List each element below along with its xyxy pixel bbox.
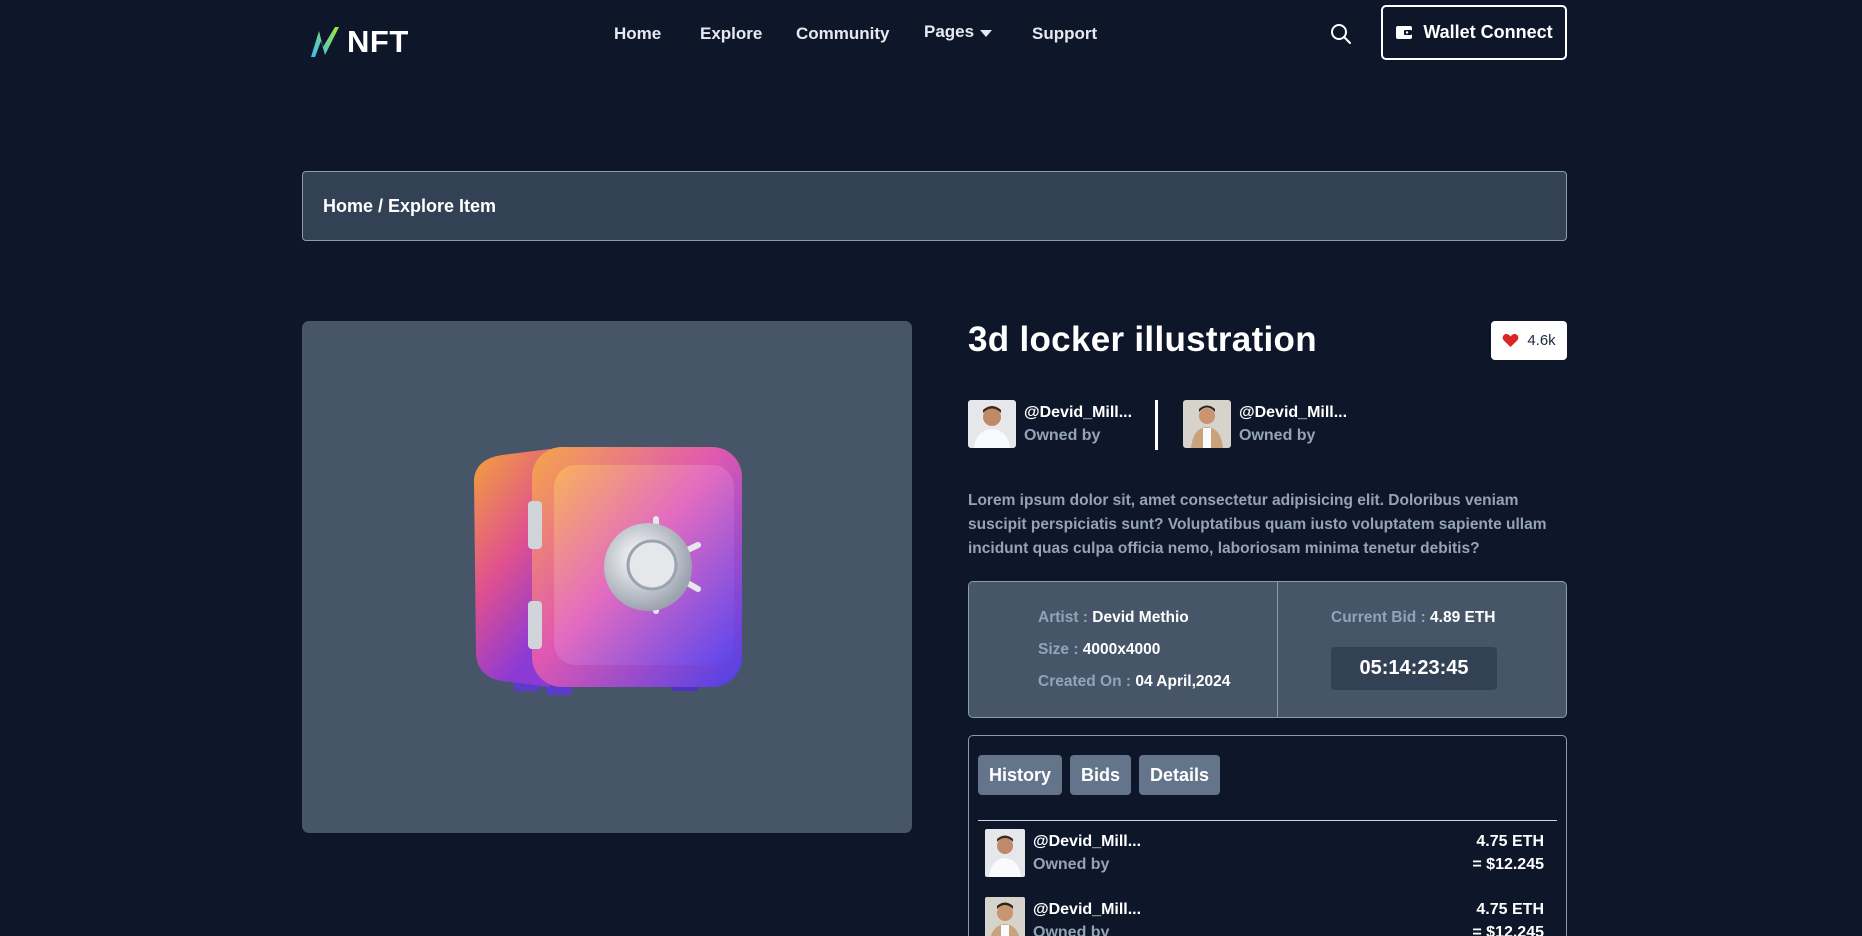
wallet-connect-label: Wallet Connect bbox=[1423, 22, 1553, 42]
like-count: 4.6k bbox=[1527, 332, 1556, 349]
owner-name[interactable]: @Devid_Mill... bbox=[1024, 404, 1132, 422]
owner-role: Owned by bbox=[1024, 427, 1101, 444]
nav-explore[interactable]: Explore bbox=[700, 24, 762, 44]
history-user-role: Owned by bbox=[1033, 856, 1110, 873]
history-eth-price: 4.75 ETH bbox=[1476, 833, 1544, 850]
history-usd-price: = $12.245 bbox=[1472, 924, 1544, 936]
search-icon[interactable] bbox=[1329, 22, 1353, 46]
created-row: Created On : 04 April,2024 bbox=[1038, 673, 1230, 691]
size-label: Size : bbox=[1038, 641, 1079, 658]
item-image-panel bbox=[302, 321, 912, 833]
breadcrumb: Home / Explore Item bbox=[302, 171, 1567, 241]
nav-pages-dropdown[interactable]: Pages bbox=[924, 22, 993, 42]
artist-value: Devid Methio bbox=[1092, 609, 1189, 626]
tab-bids[interactable]: Bids bbox=[1070, 755, 1132, 795]
owner-card[interactable]: @Devid_Mill... Owned by bbox=[968, 400, 1132, 448]
artist-row: Artist : Devid Methio bbox=[1038, 609, 1189, 627]
owner-name[interactable]: @Devid_Mill... bbox=[1239, 404, 1347, 422]
info-divider bbox=[1277, 582, 1278, 717]
nav-community[interactable]: Community bbox=[796, 24, 890, 44]
wallet-icon bbox=[1396, 26, 1413, 39]
size-row: Size : 4000x4000 bbox=[1038, 641, 1160, 659]
size-value: 4000x4000 bbox=[1082, 641, 1161, 658]
tab-list: History Bids Details bbox=[978, 755, 1221, 795]
owner-divider bbox=[1155, 400, 1158, 450]
avatar bbox=[985, 829, 1025, 877]
logo-text: NFT bbox=[347, 24, 409, 59]
item-description: Lorem ipsum dolor sit, amet consectetur … bbox=[968, 492, 1547, 557]
bid-label: Current Bid : bbox=[1331, 609, 1426, 626]
heart-icon bbox=[1502, 333, 1519, 347]
history-user-role: Owned by bbox=[1033, 924, 1110, 936]
avatar bbox=[1183, 400, 1231, 448]
owner-card[interactable]: @Devid_Mill... Owned by bbox=[1183, 400, 1347, 448]
tab-history[interactable]: History bbox=[978, 755, 1063, 795]
avatar bbox=[985, 897, 1025, 936]
wallet-connect-button[interactable]: Wallet Connect bbox=[1381, 5, 1567, 60]
like-button[interactable]: 4.6k bbox=[1491, 321, 1567, 360]
nav-home[interactable]: Home bbox=[614, 24, 661, 44]
history-user-name[interactable]: @Devid_Mill... bbox=[1033, 901, 1141, 919]
history-row: @Devid_Mill... Owned by 4.75 ETH = $12.2… bbox=[985, 897, 1552, 936]
avatar bbox=[968, 400, 1016, 448]
tab-divider bbox=[978, 820, 1557, 821]
artist-label: Artist : bbox=[1038, 609, 1088, 626]
item-title: 3d locker illustration bbox=[968, 320, 1317, 359]
created-label: Created On : bbox=[1038, 673, 1132, 690]
activity-panel: History Bids Details @Devid_Mill... Owne… bbox=[968, 735, 1567, 936]
site-header: NFT Home Explore Community Pages Support… bbox=[0, 0, 1862, 68]
nav-support[interactable]: Support bbox=[1032, 24, 1097, 44]
current-bid: Current Bid : 4.89 ETH bbox=[1331, 609, 1496, 627]
history-eth-price: 4.75 ETH bbox=[1476, 901, 1544, 918]
history-usd-price: = $12.245 bbox=[1472, 856, 1544, 873]
countdown-timer: 05:14:23:45 bbox=[1331, 647, 1497, 690]
locker-illustration bbox=[474, 447, 742, 695]
nav-pages-label: Pages bbox=[924, 22, 975, 41]
bid-value: 4.89 ETH bbox=[1430, 609, 1496, 626]
owner-role: Owned by bbox=[1239, 427, 1316, 444]
chevron-down-icon bbox=[980, 29, 993, 37]
logo-mark-icon bbox=[311, 27, 339, 57]
logo[interactable]: NFT bbox=[309, 24, 409, 60]
item-info-box: Artist : Devid Methio Size : 4000x4000 C… bbox=[968, 581, 1567, 718]
history-user-name[interactable]: @Devid_Mill... bbox=[1033, 833, 1141, 851]
history-row: @Devid_Mill... Owned by 4.75 ETH = $12.2… bbox=[985, 829, 1552, 877]
tab-details[interactable]: Details bbox=[1139, 755, 1221, 795]
created-value: 04 April,2024 bbox=[1135, 673, 1231, 690]
